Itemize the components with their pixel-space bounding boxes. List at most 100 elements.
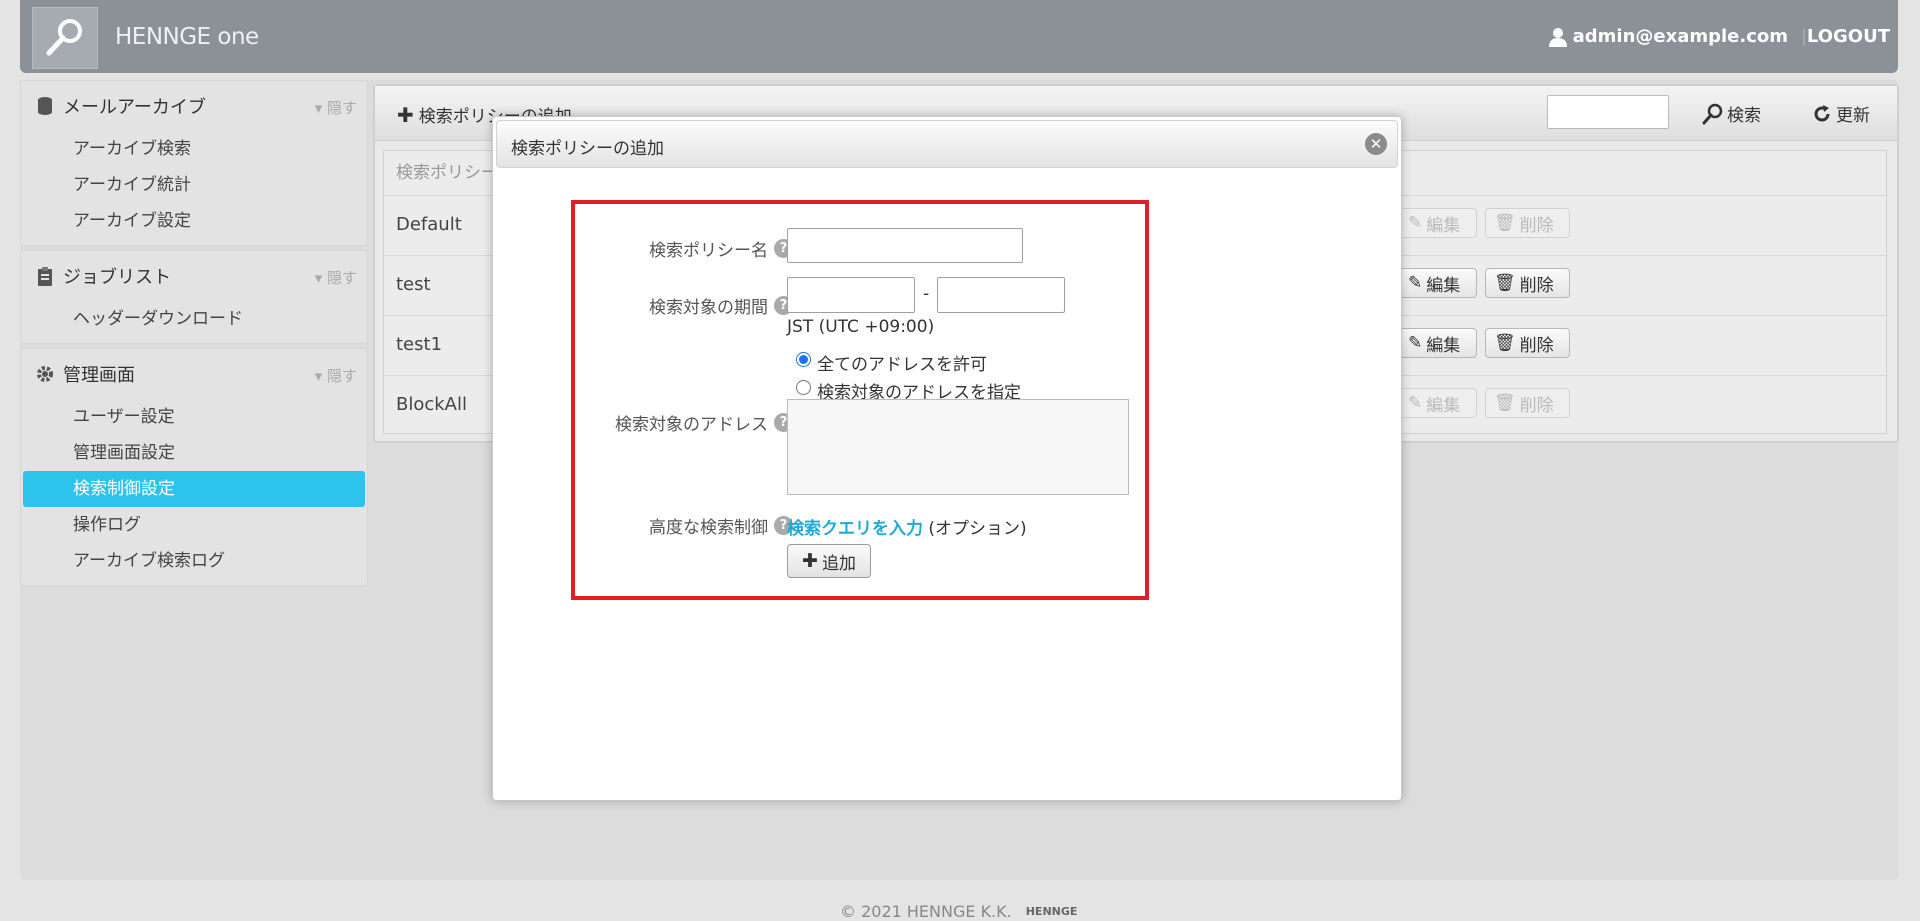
sidebar: メールアーカイブ ▾ 隠す アーカイブ検索 アーカイブ統計 アーカイブ設定 ジョ… [20,80,368,590]
plus-icon: ✚ [397,102,414,127]
query-row: 検索クエリを入力 (オプション) [787,514,1027,539]
sidebar-item-admin-settings[interactable]: 管理画面設定 [23,435,365,471]
add-button[interactable]: ✚ 追加 [787,544,871,578]
sidebar-item-header-download[interactable]: ヘッダーダウンロード [23,301,365,337]
user-email: admin@example.com [1572,26,1788,47]
sidebar-item-archive-settings[interactable]: アーカイブ設定 [23,203,365,239]
search-label: 検索 [1727,106,1761,126]
sidebar-section-header[interactable]: メールアーカイブ ▾ 隠す [21,81,367,131]
timezone-text: JST (UTC +09:00) [787,317,935,337]
sidebar-item-archive-stats[interactable]: アーカイブ統計 [23,167,365,203]
sidebar-section-admin: 管理画面 ▾ 隠す ユーザー設定 管理画面設定 検索制御設定 操作ログ アーカイ… [20,348,368,586]
sidebar-item-user-settings[interactable]: ユーザー設定 [23,399,365,435]
edit-button: ✎ 編集 [1399,208,1477,238]
hide-toggle[interactable]: ▾ 隠す [315,365,357,386]
label-text: 高度な検索制御 [649,518,768,538]
pencil-icon: ✎ [1408,273,1423,293]
delete-button[interactable]: 🗑 削除 [1485,268,1570,298]
sidebar-item-operation-log[interactable]: 操作ログ [23,507,365,543]
sidebar-section-title: 管理画面 [63,365,135,386]
plus-icon: ✚ [802,550,818,572]
edit-label: 編集 [1426,395,1461,416]
logout-link[interactable]: LOGOUT [1807,26,1890,47]
footer: © 2021 HENNGE K.K. HENNGE [840,902,1077,921]
period-to-input[interactable] [937,277,1065,313]
policy-name-label: 検索ポリシー名 ? [649,236,793,261]
policy-name-input[interactable] [787,228,1023,263]
policy-name[interactable]: Default [396,214,462,235]
gear-icon [35,364,55,384]
delete-button: 🗑 削除 [1485,388,1570,418]
edit-button: ✎ 編集 [1399,388,1477,418]
add-button-label: 追加 [821,553,856,574]
search-icon [46,19,82,56]
edit-label: 編集 [1426,335,1461,356]
option-text: (オプション) [928,519,1027,539]
user-icon [1548,27,1567,47]
address-textarea[interactable] [787,399,1129,495]
refresh-label: 更新 [1836,106,1870,126]
delete-label: 削除 [1519,395,1554,416]
period-from-input[interactable] [787,277,915,313]
policy-form: 検索ポリシー名 ? 検索対象の期間 ? - JST (UTC +09:00) 全… [571,200,1149,600]
policy-name[interactable]: test [396,274,431,295]
refresh-button[interactable]: 更新 [1812,101,1870,126]
edit-button[interactable]: ✎ 編集 [1399,268,1477,298]
pencil-icon: ✎ [1408,213,1423,233]
search-input[interactable] [1547,95,1669,129]
policy-name[interactable]: BlockAll [396,394,467,415]
sidebar-section-title: ジョブリスト [63,267,171,288]
radio-allow-all[interactable] [796,352,811,367]
refresh-icon [1814,104,1830,121]
app-logo[interactable] [32,7,98,69]
delete-label: 削除 [1519,335,1554,356]
add-policy-dialog: 検索ポリシーの追加 ✕ 検索ポリシー名 ? 検索対象の期間 ? - JST (U… [492,116,1402,801]
sidebar-section-title: メールアーカイブ [63,97,206,118]
database-icon [35,96,55,116]
delete-button: 🗑 削除 [1485,208,1570,238]
period-label: 検索対象の期間 ? [649,293,793,318]
copyright-text: © 2021 HENNGE K.K. [840,902,1012,921]
sidebar-item-search-control[interactable]: 検索制御設定 [23,471,365,507]
edit-button[interactable]: ✎ 編集 [1399,328,1477,358]
period-separator: - [923,284,930,304]
search-icon [1702,103,1723,124]
address-label: 検索対象のアドレス ? [615,410,793,435]
pencil-icon: ✎ [1408,333,1423,353]
sidebar-item-archive-search-log[interactable]: アーカイブ検索ログ [23,543,365,579]
user-account[interactable]: admin@example.com [1548,26,1788,47]
search-button[interactable]: 検索 [1701,101,1761,126]
radio-allow-all-label[interactable]: 全てのアドレスを許可 [817,350,987,375]
trash-icon: 🗑 [1494,333,1516,353]
brand-name: HENNGE one [115,24,259,50]
delete-label: 削除 [1519,275,1554,296]
trash-icon: 🗑 [1494,273,1516,293]
label-text: 検索対象の期間 [649,298,768,318]
edit-label: 編集 [1426,275,1461,296]
sidebar-section-mail-archive: メールアーカイブ ▾ 隠す アーカイブ検索 アーカイブ統計 アーカイブ設定 [20,80,368,246]
sidebar-section-header[interactable]: 管理画面 ▾ 隠す [21,349,367,399]
delete-button[interactable]: 🗑 削除 [1485,328,1570,358]
close-icon[interactable]: ✕ [1365,133,1387,155]
clipboard-icon [35,266,55,286]
trash-icon: 🗑 [1494,393,1516,413]
sidebar-section-header[interactable]: ジョブリスト ▾ 隠す [21,251,367,301]
sidebar-section-job-list: ジョブリスト ▾ 隠す ヘッダーダウンロード [20,250,368,344]
dialog-title: 検索ポリシーの追加 [511,139,664,159]
advanced-control-label: 高度な検索制御 ? [649,513,793,538]
delete-label: 削除 [1519,215,1554,236]
sidebar-item-archive-search[interactable]: アーカイブ検索 [23,131,365,167]
hide-toggle[interactable]: ▾ 隠す [315,97,357,118]
top-header: HENNGE one admin@example.com | LOGOUT [20,0,1898,73]
trash-icon: 🗑 [1494,213,1516,233]
hennge-footer-logo: HENNGE [1025,905,1078,918]
dialog-header: 検索ポリシーの追加 ✕ [496,120,1398,168]
label-text: 検索ポリシー名 [649,241,768,261]
pencil-icon: ✎ [1408,393,1423,413]
label-text: 検索対象のアドレス [615,415,768,435]
enter-query-link[interactable]: 検索クエリを入力 [787,519,923,539]
hide-toggle[interactable]: ▾ 隠す [315,267,357,288]
policy-name[interactable]: test1 [396,334,442,355]
edit-label: 編集 [1426,215,1461,236]
radio-specify-address[interactable] [796,380,811,395]
